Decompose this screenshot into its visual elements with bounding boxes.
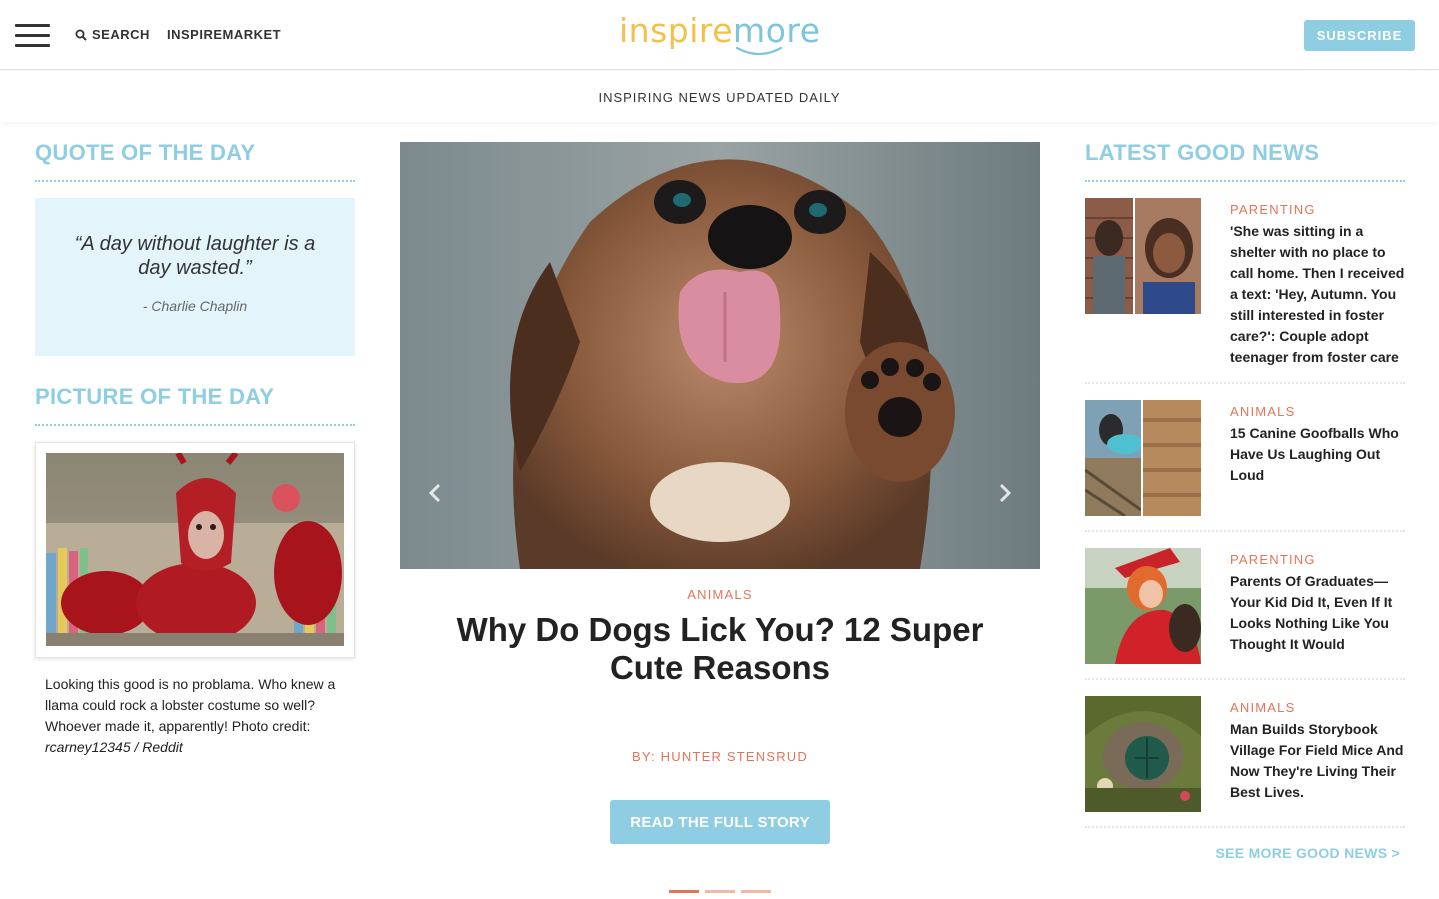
carousel-indicators bbox=[669, 890, 771, 893]
svg-text:inspiremore: inspiremore bbox=[619, 12, 821, 50]
chevron-left-icon bbox=[428, 483, 441, 503]
see-more-news-link[interactable]: SEE MORE GOOD NEWS > bbox=[1085, 845, 1400, 861]
site-header: SEARCH INSPIREMARKET inspiremore SUBSCRI… bbox=[0, 0, 1439, 70]
featured-category[interactable]: ANIMALS bbox=[400, 587, 1040, 602]
search-icon bbox=[75, 29, 87, 41]
news-category: ANIMALS bbox=[1230, 404, 1296, 419]
news-item[interactable]: PARENTING Parents Of Graduates—Your Kid … bbox=[1085, 548, 1405, 680]
site-tagline: INSPIRING NEWS UPDATED DAILY bbox=[598, 90, 841, 105]
carousel-prev-button[interactable] bbox=[420, 478, 450, 508]
site-logo[interactable]: inspiremore bbox=[619, 11, 821, 58]
carousel-dot[interactable] bbox=[705, 890, 735, 893]
dog-photo bbox=[400, 142, 1040, 569]
news-thumbnail bbox=[1085, 400, 1201, 516]
menu-icon[interactable] bbox=[15, 24, 50, 48]
carousel-next-button[interactable] bbox=[990, 478, 1020, 508]
news-category: ANIMALS bbox=[1230, 700, 1296, 715]
news-headline[interactable]: Man Builds Storybook Village For Field M… bbox=[1230, 719, 1408, 803]
subscribe-button[interactable]: SUBSCRIBE bbox=[1304, 20, 1415, 51]
news-headline[interactable]: Parents Of Graduates—Your Kid Did It, Ev… bbox=[1230, 571, 1408, 655]
picture-credit: rcarney12345 / Reddit bbox=[45, 739, 183, 755]
picture-caption-text: Looking this good is no problama. Who kn… bbox=[45, 676, 336, 734]
news-category: PARENTING bbox=[1230, 552, 1316, 567]
featured-headline[interactable]: Why Do Dogs Lick You? 12 Super Cute Reas… bbox=[420, 611, 1020, 687]
read-full-story-button[interactable]: READ THE FULL STORY bbox=[610, 800, 830, 844]
news-category: PARENTING bbox=[1230, 202, 1316, 217]
news-thumbnail bbox=[1085, 548, 1201, 664]
chevron-right-icon bbox=[999, 483, 1012, 503]
news-thumbnail bbox=[1085, 198, 1201, 314]
tagline-bar: INSPIRING NEWS UPDATED DAILY bbox=[0, 71, 1439, 122]
picture-of-the-day[interactable] bbox=[35, 442, 355, 658]
carousel-dot[interactable] bbox=[741, 890, 771, 893]
quote-author: - Charlie Chaplin bbox=[142, 298, 248, 314]
logo-text-inspire: inspire bbox=[619, 12, 733, 50]
latest-section-title: LATEST GOOD NEWS bbox=[1085, 140, 1405, 182]
news-headline[interactable]: 'She was sitting in a shelter with no pl… bbox=[1230, 221, 1408, 368]
featured-byline: BY: HUNTER STENSRUD bbox=[632, 749, 808, 764]
inspiremarket-link[interactable]: INSPIREMARKET bbox=[167, 27, 281, 42]
quote-section-title: QUOTE OF THE DAY bbox=[35, 140, 355, 182]
llama-lobster-photo bbox=[46, 453, 344, 646]
logo-text-more: more bbox=[733, 12, 820, 50]
news-headline[interactable]: 15 Canine Goofballs Who Have Us Laughing… bbox=[1230, 423, 1408, 486]
quote-text: “A day without laughter is a day wasted.… bbox=[74, 233, 316, 279]
picture-section-title: PICTURE OF THE DAY bbox=[35, 384, 355, 426]
picture-caption: Looking this good is no problama. Who kn… bbox=[45, 674, 350, 758]
quote-box: “A day without laughter is a day wasted.… bbox=[35, 198, 355, 356]
carousel-dot[interactable] bbox=[669, 890, 699, 893]
news-item[interactable]: ANIMALS 15 Canine Goofballs Who Have Us … bbox=[1085, 400, 1405, 532]
news-item[interactable]: PARENTING 'She was sitting in a shelter … bbox=[1085, 198, 1405, 384]
featured-image[interactable] bbox=[400, 142, 1040, 569]
search-link[interactable]: SEARCH bbox=[75, 27, 150, 42]
search-label: SEARCH bbox=[92, 27, 150, 42]
news-item[interactable]: ANIMALS Man Builds Storybook Village For… bbox=[1085, 696, 1405, 828]
news-thumbnail bbox=[1085, 696, 1201, 812]
